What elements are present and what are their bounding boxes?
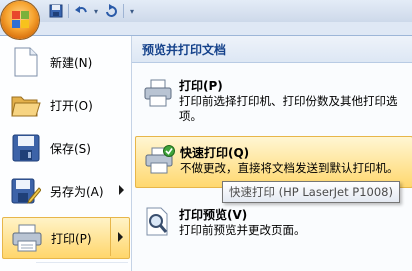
office-menu-commands: 新建(N) 打开(O) 保存(S) 另存为(A) 打印(P) <box>0 36 132 271</box>
quick-print-icon <box>144 145 176 177</box>
undo-icon[interactable] <box>73 3 89 19</box>
submenu-item-description: 打印前预览并更改页面。 <box>179 223 306 237</box>
menu-item-save[interactable]: 保存(S) <box>2 128 130 168</box>
menu-item-label: 打印(P) <box>51 231 92 246</box>
quick-access-toolbar: ▾ ▾ <box>48 2 136 20</box>
menu-item-label: 另存为(A) <box>50 184 104 199</box>
submenu-item-description: 打印前选择打印机、打印份数及其他打印选 项。 <box>179 94 407 124</box>
menu-item-label: 打开(O) <box>50 98 93 113</box>
title-bar: ▾ ▾ <box>0 0 412 22</box>
office-button[interactable] <box>1 1 39 39</box>
submenu-item-title: 打印(P) <box>179 79 223 93</box>
submenu-header: 预览并打印文档 <box>132 36 412 63</box>
toolbar-divider <box>123 4 124 18</box>
description-line: 项。 <box>179 109 202 123</box>
submenu-item-title: 快速打印(Q) <box>180 146 250 160</box>
submenu-item-print-preview[interactable]: 打印预览(V) 打印前预览并更改页面。 <box>135 199 411 249</box>
menu-item-open[interactable]: 打开(O) <box>2 85 130 125</box>
submenu-item-print[interactable]: 打印(P) 打印前选择打印机、打印份数及其他打印选 项。 <box>135 70 411 123</box>
submenu-arrow-icon <box>119 185 124 195</box>
office-logo-icon <box>12 11 29 28</box>
save-as-icon <box>10 175 42 207</box>
menu-item-save-as[interactable]: 另存为(A) <box>2 171 130 211</box>
undo-dropdown-icon[interactable]: ▾ <box>92 7 100 16</box>
menu-item-print[interactable]: 打印(P) <box>2 217 130 259</box>
open-folder-icon <box>10 89 42 121</box>
print-preview-icon <box>143 207 175 239</box>
toolbar-divider <box>68 4 69 18</box>
office-menu: 新建(N) 打开(O) 保存(S) 另存为(A) 打印(P) 预览并打印文档 打… <box>0 35 412 271</box>
quick-print-tooltip: 快速打印 (HP LaserJet P1008) <box>222 181 400 203</box>
submenu-item-title: 打印预览(V) <box>179 208 248 222</box>
customize-dropdown-icon[interactable]: ▾ <box>128 7 136 16</box>
submenu-title: 预览并打印文档 <box>142 42 227 57</box>
description-line: 打印前选择打印机、打印份数及其他打印选 <box>179 94 398 108</box>
print-submenu: 预览并打印文档 打印(P) 打印前选择打印机、打印份数及其他打印选 项。 快速打… <box>132 36 412 271</box>
menu-item-label: 保存(S) <box>50 141 91 156</box>
menu-divider <box>36 262 128 263</box>
submenu-arrow-icon <box>118 232 123 242</box>
save-icon[interactable] <box>48 3 64 19</box>
redo-icon[interactable] <box>103 3 119 19</box>
printer-icon <box>11 222 43 254</box>
print-dialog-icon <box>143 78 175 110</box>
new-document-icon <box>10 46 42 78</box>
submenu-item-description: 不做更改，直接将文档发送到默认打印机。 <box>180 161 399 175</box>
save-icon <box>10 132 42 164</box>
menu-item-label: 新建(N) <box>50 55 93 70</box>
menu-item-new[interactable]: 新建(N) <box>2 42 130 82</box>
